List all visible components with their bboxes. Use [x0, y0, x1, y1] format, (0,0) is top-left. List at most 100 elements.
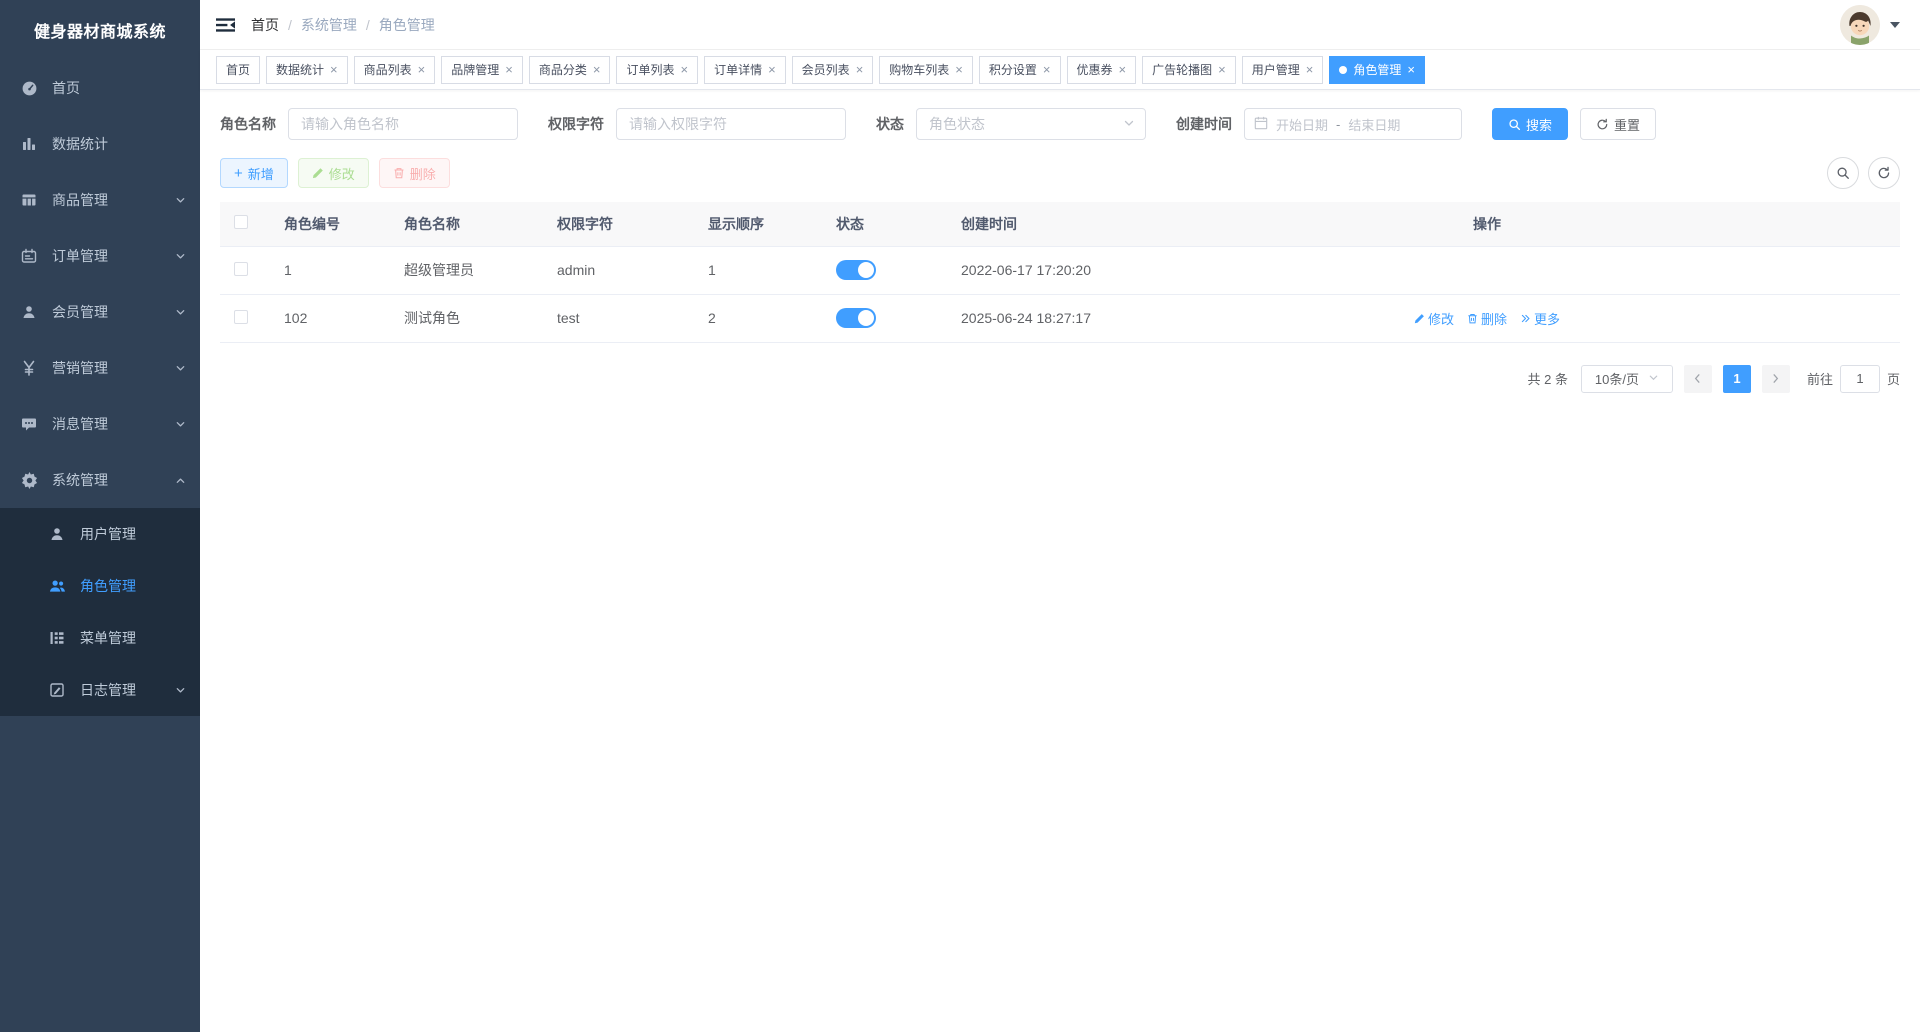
row-delete-link[interactable]: 删除 [1467, 309, 1507, 328]
start-date-placeholder: 开始日期 [1276, 115, 1328, 134]
toggle-search-button[interactable] [1827, 157, 1859, 189]
cell-perm-key: admin [543, 246, 694, 294]
breadcrumb-separator: / [288, 17, 292, 33]
message-icon [20, 415, 38, 433]
tab[interactable]: 品牌管理 × [441, 56, 523, 84]
prev-page-button[interactable] [1684, 365, 1712, 393]
close-icon[interactable]: × [330, 63, 338, 76]
sidebar-item[interactable]: 订单管理 [0, 228, 200, 284]
goto-page-input[interactable] [1840, 365, 1880, 393]
edit-button[interactable]: 修改 [298, 158, 369, 188]
sidebar-submenu: 用户管理 角色管理 菜单管理 [0, 508, 200, 716]
sidebar-item[interactable]: 商品管理 [0, 172, 200, 228]
row-edit-link[interactable]: 修改 [1414, 309, 1454, 328]
dashboard-icon [20, 79, 38, 97]
yen-icon [20, 359, 38, 377]
select-all-checkbox[interactable] [234, 215, 248, 229]
page-size-select[interactable]: 10条/页 [1581, 365, 1673, 393]
trash-icon [1467, 313, 1478, 324]
close-icon[interactable]: × [1043, 63, 1051, 76]
member-icon [20, 303, 38, 321]
search-button[interactable]: 搜索 [1492, 108, 1568, 140]
tab[interactable]: 广告轮播图 × [1142, 56, 1236, 84]
add-button[interactable]: + 新增 [220, 158, 288, 188]
close-icon[interactable]: × [955, 63, 963, 76]
user-icon [48, 525, 66, 543]
role-name-label: 角色名称 [220, 114, 276, 134]
page-content: 角色名称 权限字符 状态 角色状态 创建时间 [200, 90, 1920, 1032]
sidebar-item[interactable]: 系统管理 [0, 452, 200, 508]
row-checkbox[interactable] [234, 310, 248, 324]
refresh-table-button[interactable] [1868, 157, 1900, 189]
close-icon[interactable]: × [593, 63, 601, 76]
date-range-picker[interactable]: 开始日期 - 结束日期 [1244, 108, 1462, 140]
sidebar-item[interactable]: 会员管理 [0, 284, 200, 340]
close-icon[interactable]: × [1119, 63, 1127, 76]
navbar-right [1840, 5, 1900, 45]
close-icon[interactable]: × [680, 63, 688, 76]
breadcrumb-item: / 系统管理 [279, 15, 357, 35]
goods-grid-icon [20, 191, 38, 209]
sidebar-item[interactable]: 首页 [0, 60, 200, 116]
goto-label: 前往 [1807, 369, 1833, 388]
row-checkbox[interactable] [234, 262, 248, 276]
table-row: 1 超级管理员 admin 1 2022-06-17 17:20:20 修 [220, 246, 1900, 294]
status-toggle[interactable] [836, 260, 876, 280]
app-root: 健身器材商城系统 首页 数据统计 [0, 0, 1920, 1032]
end-date-placeholder: 结束日期 [1348, 115, 1400, 134]
tab[interactable]: 购物车列表 × [879, 56, 973, 84]
next-page-button[interactable] [1762, 365, 1790, 393]
status-label: 状态 [876, 114, 904, 134]
status-select[interactable]: 角色状态 [916, 108, 1146, 140]
row-actions: 修改 删除 更多 [1214, 309, 1760, 328]
col-created: 创建时间 [947, 202, 1200, 246]
tabs-bar: 首页 × 数据统计 × 商品列表 × 品牌管理 [200, 50, 1920, 90]
gear-icon [20, 471, 38, 489]
close-icon[interactable]: × [768, 63, 776, 76]
sidebar-item[interactable]: 数据统计 [0, 116, 200, 172]
avatar-dropdown-caret-icon[interactable] [1890, 22, 1900, 28]
close-icon[interactable]: × [856, 63, 864, 76]
cell-role-name: 测试角色 [390, 294, 543, 342]
role-name-input[interactable] [288, 108, 518, 140]
cell-sort: 1 [694, 246, 822, 294]
tab[interactable]: 商品列表 × [354, 56, 436, 84]
reset-button[interactable]: 重置 [1580, 108, 1656, 140]
close-icon[interactable]: × [418, 63, 426, 76]
sidebar-fold-icon[interactable] [216, 17, 235, 33]
close-icon[interactable]: × [1407, 63, 1415, 76]
sidebar-item[interactable]: 消息管理 [0, 396, 200, 452]
tab[interactable]: 数据统计 × [266, 56, 348, 84]
chevron-down-icon [175, 307, 186, 318]
edit-pencil-icon [312, 167, 324, 179]
close-icon[interactable]: × [1306, 63, 1314, 76]
cell-created: 2022-06-17 17:20:20 [947, 246, 1200, 294]
perm-key-input[interactable] [616, 108, 846, 140]
row-more-link[interactable]: 更多 [1520, 309, 1560, 328]
tab[interactable]: 角色管理 × [1329, 56, 1425, 84]
page-number-button[interactable]: 1 [1723, 365, 1751, 393]
tab[interactable]: 积分设置 × [979, 56, 1061, 84]
avatar[interactable] [1840, 5, 1880, 45]
close-icon[interactable]: × [1218, 63, 1226, 76]
tab[interactable]: 商品分类 × [529, 56, 611, 84]
filter-role-name: 角色名称 [220, 108, 518, 140]
tab[interactable]: 优惠券 × [1067, 56, 1137, 84]
sidebar-subitem[interactable]: 用户管理 [0, 508, 200, 560]
tab[interactable]: 订单列表 × [616, 56, 698, 84]
sidebar-subitem[interactable]: 角色管理 [0, 560, 200, 612]
tab[interactable]: 订单详情 × [704, 56, 786, 84]
edit-pencil-icon [1414, 313, 1425, 324]
delete-button[interactable]: 删除 [379, 158, 450, 188]
sidebar-subitem[interactable]: 菜单管理 [0, 612, 200, 664]
navbar: / 首页 / 系统管理 / 角色管理 [200, 0, 1920, 50]
tab[interactable]: 首页 × [216, 56, 260, 84]
sidebar-item[interactable]: 营销管理 [0, 340, 200, 396]
tab[interactable]: 用户管理 × [1242, 56, 1324, 84]
sidebar-subitem[interactable]: 日志管理 [0, 664, 200, 716]
plus-icon: + [234, 166, 243, 181]
tab[interactable]: 会员列表 × [792, 56, 874, 84]
close-icon[interactable]: × [505, 63, 513, 76]
cell-role-id: 1 [270, 246, 390, 294]
status-toggle[interactable] [836, 308, 876, 328]
